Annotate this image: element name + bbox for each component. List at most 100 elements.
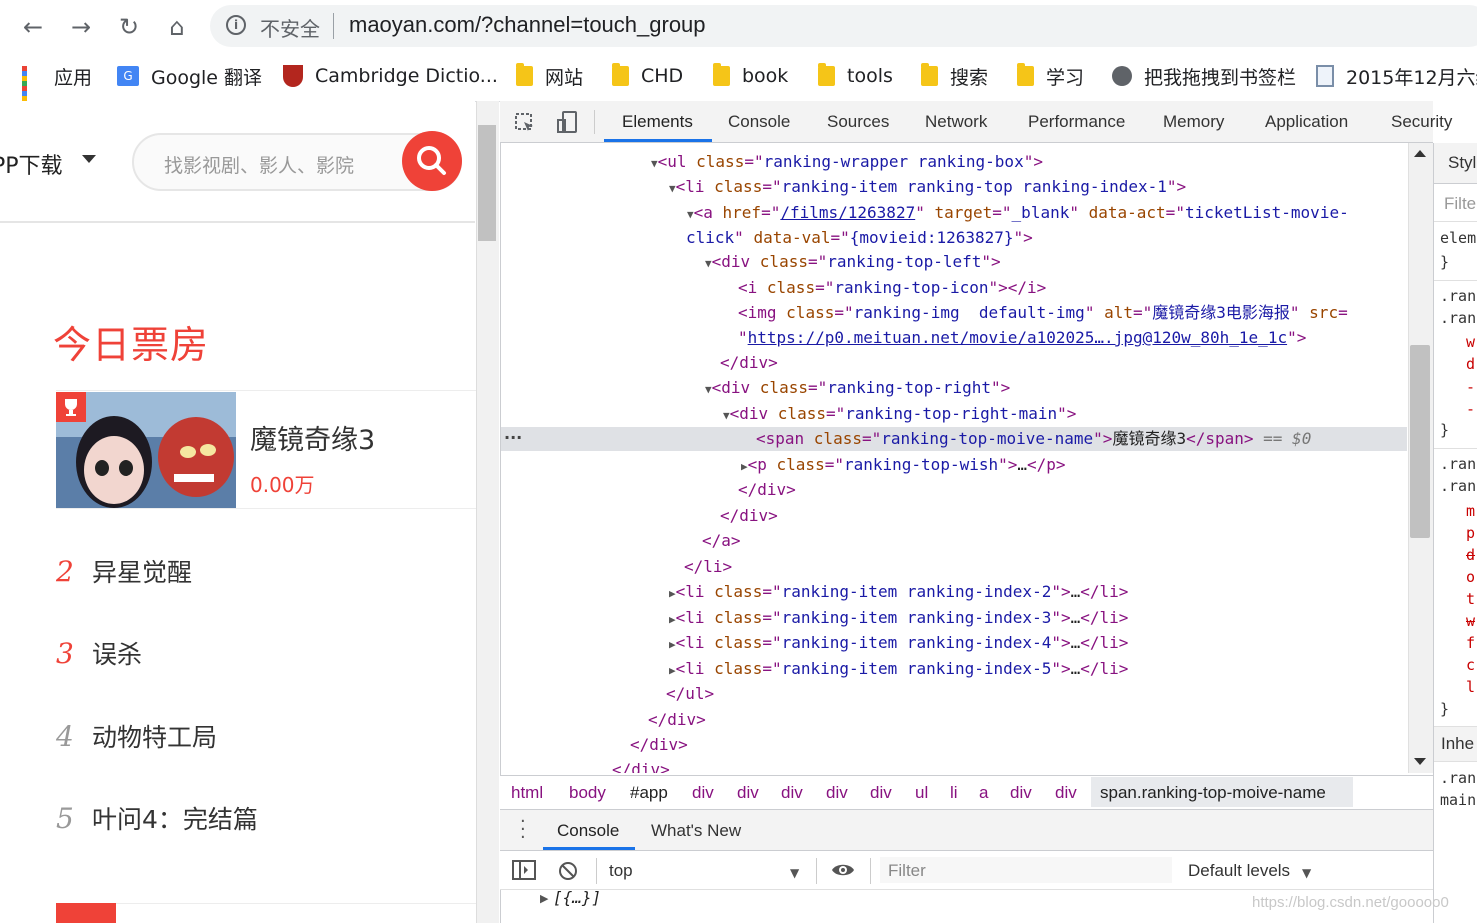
dom-node[interactable]: ▼<div class="ranking-top-right-main">	[723, 404, 1076, 426]
dom-node[interactable]: ▼<a href="/films/1263827" target="_blank…	[687, 203, 1349, 225]
bookmark-folder-book[interactable]: book	[713, 62, 788, 90]
breadcrumb-item[interactable]: html	[511, 783, 543, 803]
tab-memory[interactable]: Memory	[1163, 112, 1224, 132]
ranking-row[interactable]: 4 动物特工局	[56, 718, 217, 754]
bookmark-folder-study[interactable]: 学习	[1017, 62, 1084, 90]
device-toolbar-icon[interactable]	[556, 110, 578, 134]
dom-node[interactable]: ▶<li class="ranking-item ranking-index-4…	[669, 633, 1128, 655]
style-prop: l	[1466, 678, 1476, 696]
address-divider	[333, 13, 334, 39]
bookmark-label: Cambridge Dictio...	[315, 65, 498, 87]
ranking-row[interactable]: 3 误杀	[56, 635, 142, 671]
dom-node[interactable]: ▶<p class="ranking-top-wish">…</p>	[741, 455, 1066, 477]
styles-filter-input[interactable]: Filte	[1444, 194, 1476, 214]
apps-icon	[22, 66, 42, 111]
top-movie-name[interactable]: 魔镜奇缘3	[250, 418, 375, 457]
more-icon[interactable]: ···	[504, 428, 522, 447]
bookmark-drag-hint[interactable]: 把我拖拽到书签栏	[1112, 62, 1296, 90]
breadcrumb-item[interactable]: div	[692, 783, 714, 803]
bookmark-apps[interactable]: 应用	[22, 62, 93, 111]
breadcrumb-item[interactable]: li	[950, 783, 958, 803]
app-download-link[interactable]: PP下载	[0, 148, 63, 180]
dom-node[interactable]: <img class="ranking-img default-img" alt…	[738, 303, 1348, 323]
dom-node[interactable]: ▶<li class="ranking-item ranking-index-3…	[669, 608, 1128, 630]
page-scrollbar-thumb[interactable]	[478, 125, 496, 241]
dom-node[interactable]: ▼<ul class="ranking-wrapper ranking-box"…	[651, 152, 1043, 174]
context-select[interactable]: top	[609, 861, 633, 881]
caret-down-icon[interactable]: ▼	[790, 866, 799, 880]
scroll-down-icon[interactable]	[1414, 758, 1426, 765]
eye-icon[interactable]	[831, 862, 855, 878]
bookmark-cambridge[interactable]: Cambridge Dictio...	[283, 62, 498, 90]
tab-elements[interactable]: Elements	[622, 112, 693, 132]
breadcrumb-item[interactable]: #app	[630, 783, 668, 803]
bookmark-label: CHD	[641, 65, 684, 87]
bookmark-folder-search[interactable]: 搜索	[921, 62, 988, 90]
dom-node[interactable]: ▼<div class="ranking-top-left">	[705, 252, 1001, 274]
caret-down-icon[interactable]: ▼	[1302, 866, 1311, 880]
dom-node[interactable]: ▼<div class="ranking-top-right">	[705, 378, 1010, 400]
breadcrumb-item[interactable]: div	[826, 783, 848, 803]
breadcrumb-item[interactable]: ul	[915, 783, 928, 803]
scroll-up-icon[interactable]	[1414, 150, 1426, 157]
dom-node[interactable]: ▼<li class="ranking-item ranking-top ran…	[669, 177, 1186, 199]
search-button[interactable]	[402, 131, 462, 191]
bookmark-folder-wangzhan[interactable]: 网站	[516, 62, 583, 90]
style-prop: t	[1466, 590, 1476, 608]
dom-scrollbar-thumb[interactable]	[1410, 345, 1430, 538]
tab-network[interactable]: Network	[925, 112, 987, 132]
tab-performance[interactable]: Performance	[1028, 112, 1125, 132]
ranking-row[interactable]: 2 异星觉醒	[56, 553, 192, 589]
tab-application[interactable]: Application	[1265, 112, 1348, 132]
dom-close-tag: </div>	[630, 735, 688, 754]
drawer-tab-whats-new[interactable]: What's New	[651, 821, 741, 841]
breadcrumb-item[interactable]: div	[1055, 783, 1077, 803]
sidebar-toggle-icon[interactable]	[512, 860, 536, 880]
breadcrumb-item[interactable]: div	[737, 783, 759, 803]
expand-icon[interactable]: ▶	[540, 892, 548, 905]
tab-security[interactable]: Security	[1391, 112, 1452, 132]
globe-icon	[1112, 66, 1132, 86]
bookmark-label: Google 翻译	[151, 66, 263, 89]
info-icon[interactable]: i	[226, 15, 246, 35]
tab-console[interactable]: Console	[728, 112, 790, 132]
divider	[116, 903, 476, 904]
breadcrumb-item[interactable]: a	[979, 783, 988, 803]
bookmark-google-translate[interactable]: G Google 翻译	[117, 62, 262, 90]
bookmark-folder-chd[interactable]: CHD	[612, 62, 683, 90]
breadcrumb-item-active[interactable]: span.ranking-top-moive-name	[1100, 783, 1326, 803]
inspect-element-icon[interactable]	[514, 112, 536, 134]
url-text[interactable]: maoyan.com/?channel=touch_group	[349, 12, 706, 38]
drawer-tab-console[interactable]: Console	[557, 821, 619, 841]
log-levels-select[interactable]: Default levels	[1188, 861, 1290, 881]
dom-node-continued: "https://p0.meituan.net/movie/a102025….j…	[738, 328, 1307, 347]
dom-close-tag: </div>	[720, 506, 778, 525]
forward-icon[interactable]: →	[64, 10, 98, 44]
rank-movie-name: 叶问4：完结篇	[92, 805, 258, 834]
tab-styles[interactable]: Styl	[1448, 153, 1476, 173]
breadcrumb-item[interactable]: div	[1010, 783, 1032, 803]
bookmark-cet6[interactable]: 2015年12月六级	[1316, 62, 1477, 90]
console-output[interactable]: [{…}]	[553, 888, 601, 908]
clear-console-icon[interactable]	[557, 860, 579, 882]
breadcrumb-item[interactable]: div	[870, 783, 892, 803]
bookmark-label: 应用	[54, 66, 93, 89]
style-prop: d	[1466, 355, 1476, 373]
ranking-row[interactable]: 5 叶问4：完结篇	[56, 800, 258, 836]
dom-node[interactable]: ▶<li class="ranking-item ranking-index-2…	[669, 582, 1128, 604]
kebab-menu-icon[interactable]: · · ·	[520, 813, 526, 847]
home-icon[interactable]: ⌂	[160, 10, 194, 44]
caret-down-icon[interactable]	[82, 155, 96, 163]
dom-node[interactable]: ▶<li class="ranking-item ranking-index-5…	[669, 659, 1128, 681]
tab-sources[interactable]: Sources	[827, 112, 889, 132]
dom-node[interactable]: <i class="ranking-top-icon"></i>	[738, 278, 1046, 298]
bookmark-folder-tools[interactable]: tools	[818, 62, 893, 90]
reload-icon[interactable]: ↻	[112, 10, 146, 44]
dom-close-tag: </div>	[612, 760, 670, 773]
breadcrumb-item[interactable]: body	[569, 783, 606, 803]
style-prop: -	[1466, 378, 1476, 396]
dom-node-selected[interactable]: <span class="ranking-top-moive-name">魔镜奇…	[756, 429, 1311, 449]
breadcrumb-item[interactable]: div	[781, 783, 803, 803]
back-icon[interactable]: ←	[16, 10, 50, 44]
search-placeholder: 找影视剧、影人、影院	[164, 155, 355, 177]
